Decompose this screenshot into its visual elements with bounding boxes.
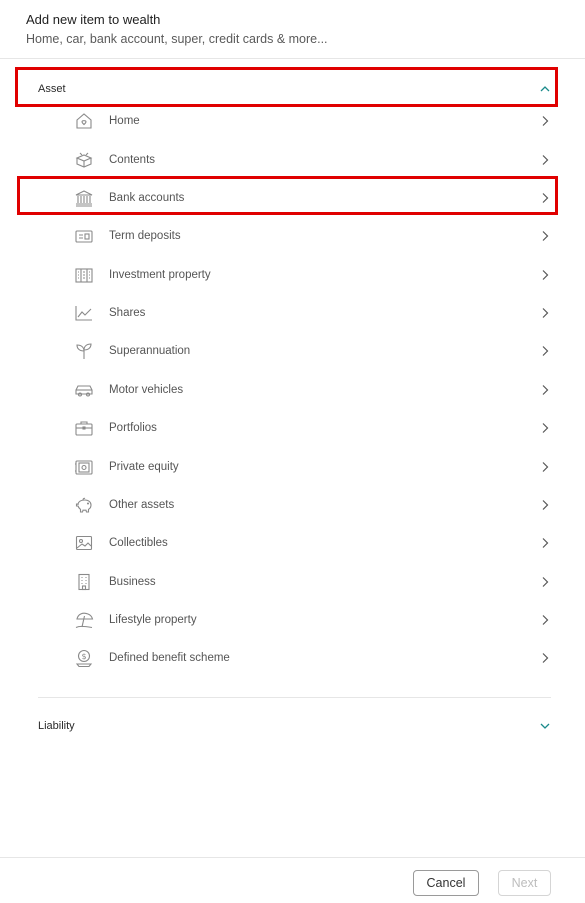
svg-text:$: $ xyxy=(81,652,86,661)
footer-divider xyxy=(0,857,585,858)
asset-item-home[interactable]: Home xyxy=(72,108,551,134)
asset-section-header[interactable]: Asset xyxy=(38,77,551,101)
asset-item-label: Private equity xyxy=(109,461,179,473)
asset-item-label: Defined benefit scheme xyxy=(109,652,230,664)
dialog-subtitle: Home, car, bank account, super, credit c… xyxy=(26,32,328,46)
dialog-header: Add new item to wealth Home, car, bank a… xyxy=(26,12,328,46)
car-icon xyxy=(72,378,96,402)
shares-chart-icon xyxy=(72,301,96,325)
coin-hand-icon: $ xyxy=(72,646,96,670)
asset-item-label: Superannuation xyxy=(109,345,191,357)
contents-icon xyxy=(72,148,96,172)
liability-section-header[interactable]: Liability xyxy=(38,714,551,738)
asset-item-label: Portfolios xyxy=(109,422,157,434)
asset-item-label: Home xyxy=(109,115,140,127)
asset-item-label: Investment property xyxy=(109,269,211,281)
asset-item-label: Business xyxy=(109,576,156,588)
chevron-right-icon xyxy=(539,345,551,357)
liability-section-label: Liability xyxy=(38,720,75,732)
asset-item-other-assets[interactable]: Other assets xyxy=(72,492,551,518)
asset-item-motor-vehicles[interactable]: Motor vehicles xyxy=(72,377,551,403)
asset-item-contents[interactable]: Contents xyxy=(72,147,551,173)
asset-item-lifestyle-property[interactable]: Lifestyle property xyxy=(72,607,551,633)
next-button[interactable]: Next xyxy=(498,870,551,896)
asset-item-business[interactable]: Business xyxy=(72,569,551,595)
cancel-button[interactable]: Cancel xyxy=(413,870,479,896)
asset-item-label: Contents xyxy=(109,154,156,166)
bank-icon xyxy=(72,186,96,210)
briefcase-icon xyxy=(72,416,96,440)
asset-item-shares[interactable]: Shares xyxy=(72,300,551,326)
building-icon xyxy=(72,570,96,594)
safe-icon xyxy=(72,455,96,479)
chevron-right-icon xyxy=(539,384,551,396)
sprout-icon xyxy=(72,339,96,363)
asset-item-term-deposits[interactable]: Term deposits xyxy=(72,223,551,249)
asset-item-label: Collectibles xyxy=(109,537,168,549)
asset-item-portfolios[interactable]: Portfolios xyxy=(72,415,551,441)
asset-item-label: Term deposits xyxy=(109,230,181,242)
asset-item-bank-accounts[interactable]: Bank accounts xyxy=(72,185,551,211)
chevron-right-icon xyxy=(539,154,551,166)
chevron-right-icon xyxy=(539,115,551,127)
asset-item-investment-property[interactable]: Investment property xyxy=(72,262,551,288)
home-icon xyxy=(72,109,96,133)
section-divider xyxy=(38,697,551,698)
asset-item-private-equity[interactable]: Private equity xyxy=(72,454,551,480)
chevron-right-icon xyxy=(539,537,551,549)
chevron-right-icon xyxy=(539,269,551,281)
chevron-right-icon xyxy=(539,499,551,511)
chevron-down-icon xyxy=(539,722,551,730)
header-divider xyxy=(0,58,585,59)
chevron-right-icon xyxy=(539,422,551,434)
beach-umbrella-icon xyxy=(72,608,96,632)
chevron-right-icon xyxy=(539,614,551,626)
piggy-bank-icon xyxy=(72,493,96,517)
picture-icon xyxy=(72,531,96,555)
asset-item-collectibles[interactable]: Collectibles xyxy=(72,530,551,556)
chevron-right-icon xyxy=(539,652,551,664)
asset-item-defined-benefit-scheme[interactable]: $ Defined benefit scheme xyxy=(72,645,551,671)
chevron-up-icon xyxy=(539,85,551,93)
asset-item-superannuation[interactable]: Superannuation xyxy=(72,338,551,364)
investment-property-icon xyxy=(72,263,96,287)
chevron-right-icon xyxy=(539,461,551,473)
asset-item-label: Lifestyle property xyxy=(109,614,197,626)
asset-section-label: Asset xyxy=(38,83,66,95)
asset-item-label: Shares xyxy=(109,307,146,319)
chevron-right-icon xyxy=(539,230,551,242)
asset-item-label: Motor vehicles xyxy=(109,384,184,396)
chevron-right-icon xyxy=(539,307,551,319)
term-deposit-icon xyxy=(72,224,96,248)
asset-item-label: Other assets xyxy=(109,499,175,511)
chevron-right-icon xyxy=(539,192,551,204)
dialog-title: Add new item to wealth xyxy=(26,12,161,27)
chevron-right-icon xyxy=(539,576,551,588)
asset-item-label: Bank accounts xyxy=(109,192,185,204)
